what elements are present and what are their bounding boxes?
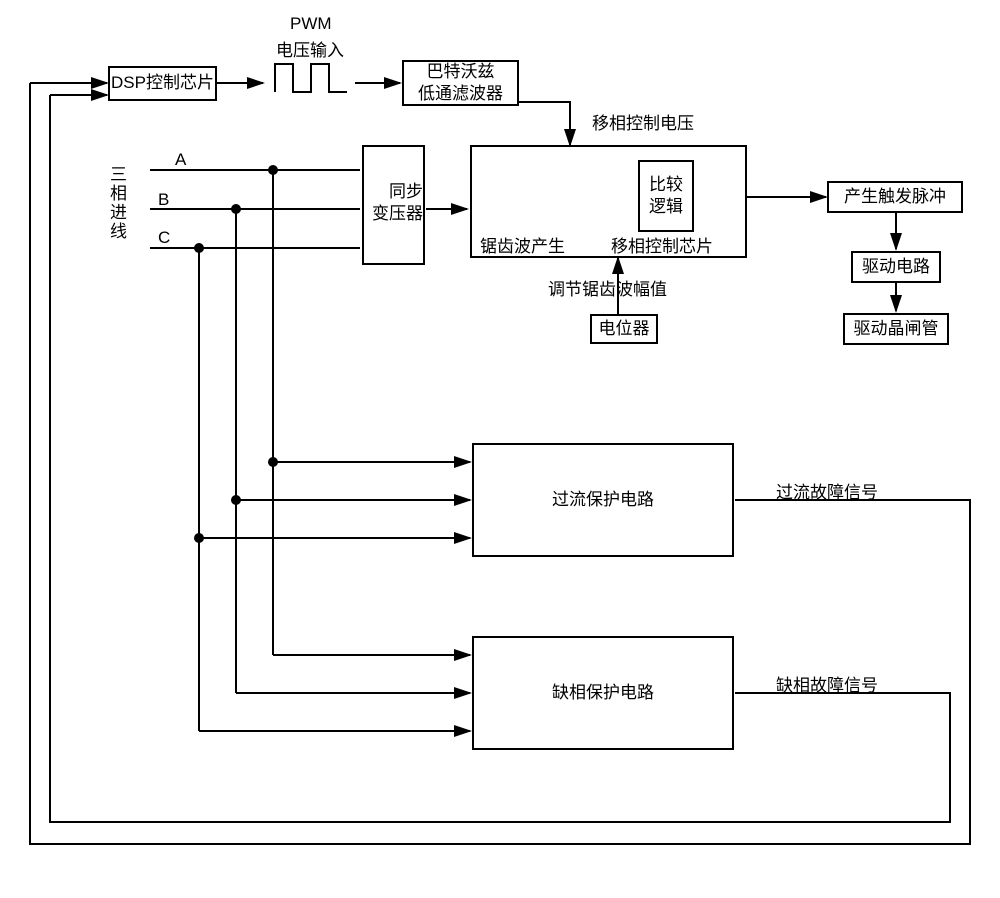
sawtooth-label: 锯齿波产生 bbox=[480, 232, 565, 257]
dsp-chip: DSP控制芯片 bbox=[108, 66, 217, 101]
dsp-text: DSP控制芯片 bbox=[111, 72, 214, 94]
phase-chip-label: 移相控制芯片 bbox=[611, 232, 713, 257]
drive-circuit: 驱动电路 bbox=[851, 251, 941, 283]
compare-text: 比较 逻辑 bbox=[649, 174, 683, 218]
sync-l1: 同步 bbox=[389, 181, 423, 203]
drive-ckt-text: 驱动电路 bbox=[862, 256, 930, 278]
drive-thyristor: 驱动晶闸管 bbox=[843, 313, 949, 345]
phaseloss-protect: 缺相保护电路 bbox=[472, 636, 734, 750]
butter-l1: 巴特沃兹 bbox=[427, 61, 495, 83]
pl-text: 缺相保护电路 bbox=[552, 682, 654, 704]
pl-signal-label: 缺相故障信号 bbox=[776, 671, 878, 696]
oc-signal-label: 过流故障信号 bbox=[776, 478, 878, 503]
trigger-pulse: 产生触发脉冲 bbox=[827, 181, 963, 213]
butter-l2: 低通滤波器 bbox=[418, 83, 503, 105]
butterworth-filter: 巴特沃兹 低通滤波器 bbox=[402, 60, 519, 106]
saw-adjust-label: 调节锯齿波幅值 bbox=[548, 275, 667, 300]
three-phase-label: 三相进线 bbox=[104, 165, 129, 241]
sync-transformer: 同步 变压器 bbox=[362, 145, 425, 265]
compare-logic: 比较 逻辑 bbox=[638, 160, 694, 232]
pot-text: 电位器 bbox=[599, 318, 650, 340]
oc-text: 过流保护电路 bbox=[552, 489, 654, 511]
phase-c-label: C bbox=[158, 228, 170, 248]
pwm-title: PWM bbox=[290, 14, 332, 34]
potentiometer: 电位器 bbox=[590, 314, 658, 344]
trigger-text: 产生触发脉冲 bbox=[844, 186, 946, 208]
phase-voltage-label: 移相控制电压 bbox=[592, 109, 694, 134]
pwm-sub: 电压输入 bbox=[276, 36, 344, 61]
overcurrent-protect: 过流保护电路 bbox=[472, 443, 734, 557]
phase-a-label: A bbox=[175, 150, 186, 170]
drive-scr-text: 驱动晶闸管 bbox=[854, 318, 939, 340]
sync-l2: 变压器 bbox=[372, 203, 423, 225]
phase-b-label: B bbox=[158, 190, 169, 210]
